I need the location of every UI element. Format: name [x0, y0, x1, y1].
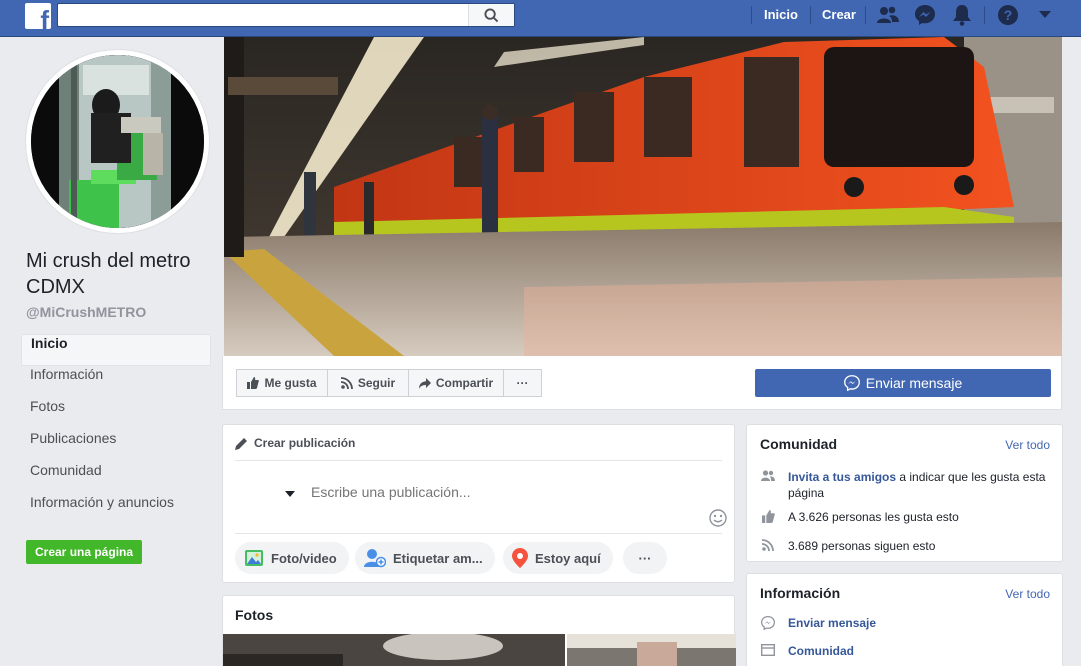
likes-count-text: A 3.626 personas les gusta esto	[788, 510, 959, 524]
more-dots-icon: ···	[638, 550, 652, 566]
post-as-dropdown-icon[interactable]	[285, 491, 295, 497]
like-button-label: Me gusta	[264, 376, 317, 390]
follow-button-label: Seguir	[357, 376, 396, 390]
information-card: Información Ver todo Enviar mensaje Comu…	[746, 573, 1063, 666]
invite-friends-text: Invita a tus amigos a indicar que les gu…	[788, 469, 1050, 501]
page-username[interactable]: @MiCrushMETRO	[26, 304, 146, 320]
photo-thumbnail[interactable]	[223, 634, 565, 666]
photo-thumbnail[interactable]	[567, 634, 736, 666]
send-message-button[interactable]: Enviar mensaje	[755, 369, 1051, 397]
info-community-link[interactable]: Comunidad	[788, 643, 854, 659]
invite-friends-icon	[760, 469, 776, 501]
info-send-message-link[interactable]: Enviar mensaje	[788, 615, 876, 631]
thumbs-up-icon	[247, 377, 260, 389]
page-title[interactable]: Mi crush del metro CDMX	[26, 248, 216, 300]
account-menu-chevron-icon[interactable]	[1033, 4, 1057, 26]
page-sidebar-nav: Inicio Información Fotos Publicaciones C…	[21, 334, 211, 526]
post-text-input[interactable]	[311, 484, 691, 500]
share-button-label: Compartir	[435, 376, 494, 390]
composer-more-button[interactable]: ···	[623, 542, 667, 574]
search-input[interactable]	[58, 4, 468, 26]
cover-photo[interactable]	[224, 37, 1062, 356]
location-pin-icon	[512, 548, 528, 568]
share-page-button[interactable]: Compartir	[408, 369, 504, 397]
sidebar-item-info-and-ads[interactable]: Información y anuncios	[21, 494, 211, 526]
community-title: Comunidad	[760, 436, 837, 452]
photo-icon	[245, 550, 263, 566]
facebook-logo-icon[interactable]: f	[25, 3, 51, 29]
follow-page-button[interactable]: Seguir	[327, 369, 409, 397]
likes-count-row: A 3.626 personas les gusta esto	[760, 509, 1050, 525]
messenger-icon	[760, 615, 776, 631]
followers-count-text: 3.689 personas siguen esto	[788, 539, 936, 553]
sidebar-item-home[interactable]: Inicio	[21, 334, 211, 366]
search-icon	[484, 7, 499, 22]
help-icon[interactable]: ?	[996, 4, 1020, 26]
photo-video-label: Foto/video	[271, 550, 337, 566]
photo-video-button[interactable]: Foto/video	[235, 542, 349, 574]
sidebar-item-about[interactable]: Información	[21, 366, 211, 398]
community-card: Comunidad Ver todo Invita a tus amigos a…	[746, 424, 1063, 562]
nav-divider	[865, 6, 866, 24]
create-page-button[interactable]: Crear una página	[26, 540, 143, 564]
create-post-composer: Crear publicación Foto/video Etiquetar a…	[222, 424, 735, 583]
photos-section: Fotos	[222, 595, 736, 666]
information-see-all-link[interactable]: Ver todo	[1005, 587, 1050, 601]
nav-home-link[interactable]: Inicio	[764, 7, 798, 22]
emoji-icon[interactable]	[709, 509, 727, 532]
nav-divider	[984, 6, 985, 24]
check-in-button[interactable]: Estoy aquí	[503, 542, 613, 574]
photos-section-title[interactable]: Fotos	[235, 607, 273, 623]
invite-friends-row: Invita a tus amigos a indicar que les gu…	[760, 469, 1050, 501]
followers-count-row: 3.689 personas siguen esto	[760, 538, 1050, 554]
page-action-bar: Me gusta Seguir Compartir ··· Enviar men…	[222, 356, 1062, 410]
search-bar	[57, 3, 515, 27]
profile-picture	[31, 55, 204, 228]
sidebar-item-photos[interactable]: Fotos	[21, 398, 211, 430]
nav-create-link[interactable]: Crear	[822, 7, 856, 22]
messenger-icon[interactable]	[913, 4, 937, 26]
rss-follow-icon	[340, 377, 353, 389]
information-title: Información	[760, 585, 841, 601]
category-icon	[760, 643, 776, 659]
tag-friends-button[interactable]: Etiquetar am...	[355, 542, 495, 574]
check-in-label: Estoy aquí	[535, 550, 601, 566]
nav-divider	[751, 6, 752, 24]
sidebar-item-community[interactable]: Comunidad	[21, 462, 211, 494]
community-see-all-link[interactable]: Ver todo	[1005, 438, 1050, 452]
profile-picture-frame[interactable]	[26, 50, 209, 233]
send-message-label: Enviar mensaje	[865, 375, 963, 391]
divider	[235, 460, 722, 461]
svg-text:?: ?	[1004, 7, 1013, 23]
share-arrow-icon	[418, 377, 431, 389]
like-page-button[interactable]: Me gusta	[236, 369, 328, 397]
top-navigation-bar: f Inicio Crear ?	[0, 0, 1081, 37]
search-button[interactable]	[468, 4, 514, 26]
notifications-bell-icon[interactable]	[950, 4, 974, 26]
info-send-message-row: Enviar mensaje	[760, 615, 1050, 631]
rss-follow-icon	[760, 538, 776, 554]
more-dots-icon: ···	[516, 376, 529, 390]
tag-friends-icon	[364, 549, 386, 568]
info-community-row: Comunidad	[760, 643, 1050, 659]
messenger-icon	[843, 375, 860, 391]
divider	[235, 533, 722, 534]
pencil-icon	[235, 437, 247, 450]
composer-title: Crear publicación	[254, 436, 356, 450]
thumbs-up-icon	[760, 509, 776, 525]
composer-header[interactable]: Crear publicación	[235, 436, 355, 450]
sidebar-item-posts[interactable]: Publicaciones	[21, 430, 211, 462]
nav-divider	[810, 6, 811, 24]
invite-friends-link[interactable]: Invita a tus amigos	[788, 470, 896, 484]
tag-friends-label: Etiquetar am...	[393, 550, 483, 566]
friend-requests-icon[interactable]	[876, 4, 900, 26]
more-actions-button[interactable]: ···	[503, 369, 542, 397]
